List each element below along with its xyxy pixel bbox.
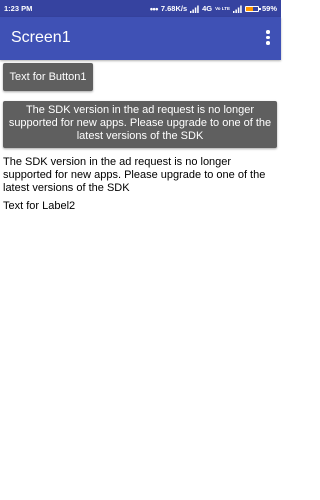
overflow-menu-icon[interactable] — [265, 30, 271, 46]
button1[interactable]: Text for Button1 — [3, 63, 93, 91]
status-icons: ••• 7.68K/s 4G Vo LTE 59% — [150, 3, 277, 14]
status-bar: 1:23 PM ••• 7.68K/s 4G Vo LTE 59% — [0, 0, 281, 17]
app-title: Screen1 — [11, 29, 71, 46]
battery-icon — [244, 5, 261, 12]
volte-icon: Vo LTE — [215, 5, 230, 11]
label2: Text for Label2 — [3, 200, 76, 212]
app-bar: Screen1 — [0, 17, 281, 60]
battery-percent: 59% — [261, 4, 277, 13]
more-notifications-icon: ••• — [149, 3, 158, 14]
signal-icon — [190, 5, 199, 13]
sdk-notice-banner[interactable]: The SDK version in the ad request is no … — [3, 101, 277, 148]
signal-icon-2 — [232, 5, 242, 13]
label1: The SDK version in the ad request is no … — [3, 156, 266, 194]
network-type: 4G — [202, 4, 213, 13]
status-time: 1:23 PM — [4, 4, 33, 13]
network-speed: 7.68K/s — [160, 4, 188, 13]
battery-level — [245, 6, 254, 11]
